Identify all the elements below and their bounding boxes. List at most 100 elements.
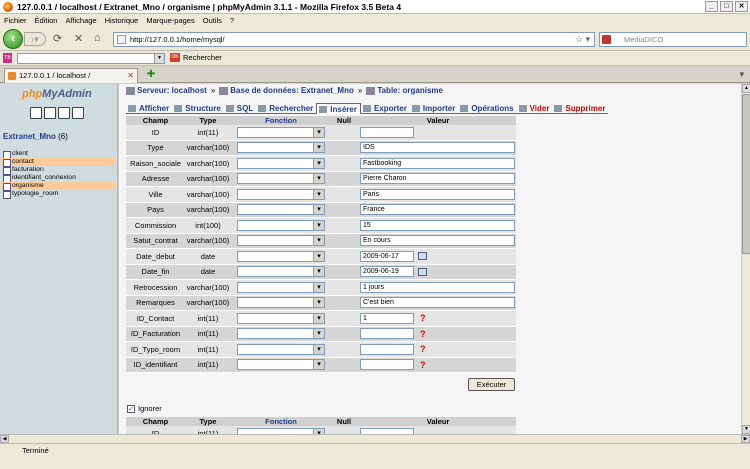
forward-button[interactable]: ›▾ <box>24 32 46 46</box>
tab-inserer[interactable]: Insérer <box>316 103 361 114</box>
tab-structure[interactable]: Structure <box>172 103 224 114</box>
calendar-icon[interactable] <box>418 252 427 261</box>
reload-icon[interactable]: ⟳ <box>53 32 62 45</box>
sidebar-table-identifiant-connexion[interactable]: identifiant_connexion <box>1 174 116 183</box>
function-select[interactable] <box>237 157 325 169</box>
ignore-checkbox[interactable]: ✓ Ignorer <box>127 404 162 413</box>
tab-afficher[interactable]: Afficher <box>126 103 173 114</box>
tab-importer[interactable]: Importer <box>409 103 459 114</box>
function-select[interactable] <box>237 188 325 200</box>
value-input[interactable]: Fastbooking <box>360 157 515 169</box>
menu-historique[interactable]: Historique <box>105 16 139 25</box>
value-input[interactable]: En cours <box>360 235 515 247</box>
menu-edition[interactable]: Édition <box>35 16 58 25</box>
sidebar-table-organisme[interactable]: organisme <box>1 182 116 191</box>
browser-tab[interactable]: 127.0.0.1 / localhost / Extranet_Mno... … <box>4 68 138 93</box>
value-input[interactable]: 15 <box>360 219 515 231</box>
scroll-up-icon[interactable]: ▲ <box>742 84 750 93</box>
query-window-icon[interactable] <box>72 107 84 119</box>
function-select[interactable] <box>237 328 325 340</box>
search-engine-icon[interactable] <box>602 35 611 44</box>
sidebar-table-client[interactable]: client <box>1 150 116 159</box>
function-select[interactable] <box>237 359 325 371</box>
value-input[interactable]: IDS <box>360 142 515 154</box>
value-input[interactable]: 1 jours <box>360 281 515 293</box>
function-select[interactable] <box>237 142 325 154</box>
tab-exporter[interactable]: Exporter <box>360 103 410 114</box>
new-tab-button[interactable]: ✚ <box>142 69 160 81</box>
tab-supprimer[interactable]: Supprimer <box>552 103 609 114</box>
checkbox-checked-icon[interactable]: ✓ <box>127 404 135 413</box>
stop-icon[interactable]: ✕ <box>74 32 83 45</box>
function-select[interactable] <box>237 126 325 138</box>
function-select[interactable] <box>237 266 325 278</box>
function-select[interactable] <box>237 343 325 355</box>
function-select[interactable] <box>237 204 325 216</box>
value-input[interactable]: 1 <box>360 312 414 324</box>
help-icon[interactable]: ? <box>420 313 426 323</box>
breadcrumb-database[interactable]: Base de données: Extranet_Mno <box>219 86 354 95</box>
value-input[interactable]: France <box>360 204 515 216</box>
tab-close-icon[interactable]: ✕ <box>127 69 134 82</box>
tab-sql[interactable]: SQL <box>223 103 257 114</box>
function-select[interactable] <box>237 219 325 231</box>
help-icon[interactable]: ? <box>420 329 426 339</box>
help-icon[interactable]: ? <box>420 344 426 354</box>
back-button[interactable]: ‹ <box>3 29 23 49</box>
sidebar-table-facturation[interactable]: facturation <box>1 166 116 175</box>
tab-operations[interactable]: Opérations <box>458 103 517 114</box>
search-bar[interactable]: MediaDICO <box>599 32 747 47</box>
function-select[interactable] <box>237 235 325 247</box>
vertical-scrollbar[interactable]: ▲ ▼ <box>741 84 750 434</box>
value-input[interactable] <box>360 343 414 355</box>
tab-list-icon[interactable]: ▾ <box>739 69 744 80</box>
docs-icon[interactable] <box>58 107 70 119</box>
bookmark-star-icon[interactable]: ☆ ▾ <box>575 33 590 46</box>
value-input[interactable]: 2009-06-19 <box>360 266 414 278</box>
scroll-right-icon[interactable]: ▶ <box>741 435 750 443</box>
toolbar-search-combo[interactable]: ▼ <box>17 53 165 64</box>
function-select[interactable] <box>237 297 325 309</box>
tab-vider[interactable]: Vider <box>516 103 553 114</box>
menu-marque-pages[interactable]: Marque-pages <box>146 16 194 25</box>
menu-fichier[interactable]: Fichier <box>4 16 27 25</box>
rechercher-button[interactable]: OK Rechercher <box>170 53 222 62</box>
menu-outils[interactable]: Outils <box>203 16 222 25</box>
close-button[interactable]: ✕ <box>735 1 748 12</box>
value-input[interactable]: Paris <box>360 188 515 200</box>
scroll-left-icon[interactable]: ◀ <box>0 435 9 443</box>
phpmyadmin-logo[interactable]: phpMyAdmin <box>22 88 92 100</box>
calendar-icon[interactable] <box>418 267 427 276</box>
menu-affichage[interactable]: Affichage <box>65 16 96 25</box>
function-select[interactable] <box>237 173 325 185</box>
database-name[interactable]: Extranet_Mno (6) <box>3 132 68 141</box>
value-input[interactable]: Pierre Charon <box>360 173 515 185</box>
home-icon[interactable]: ⌂ <box>94 32 101 44</box>
function-select[interactable] <box>237 312 325 324</box>
value-input[interactable]: 2009-06-17 <box>360 250 414 262</box>
sidebar-table-typologie-room[interactable]: typologie_room <box>1 190 116 199</box>
url-bar[interactable]: http://127.0.0.1/home/mysql/ ☆ ▾ <box>113 32 595 47</box>
value-input[interactable]: C'est bien <box>360 297 515 309</box>
minimize-button[interactable]: _ <box>705 1 718 12</box>
value-input[interactable] <box>360 359 414 371</box>
chevron-down-icon[interactable]: ▼ <box>154 54 164 63</box>
breadcrumb-server[interactable]: Serveur: localhost <box>126 86 207 95</box>
execute-button[interactable]: Exécuter <box>468 378 515 391</box>
value-input[interactable] <box>360 126 414 138</box>
tab-rechercher[interactable]: Rechercher <box>256 103 317 114</box>
breadcrumb-table[interactable]: Table: organisme <box>366 86 443 95</box>
maximize-button[interactable]: □ <box>720 1 733 12</box>
value-input[interactable] <box>360 328 414 340</box>
help-icon[interactable]: ? <box>420 360 426 370</box>
scroll-down-icon[interactable]: ▼ <box>742 425 750 434</box>
function-select[interactable] <box>237 281 325 293</box>
scroll-thumb[interactable] <box>742 94 750 254</box>
sidebar-table-contact[interactable]: contact <box>1 158 116 167</box>
menu-help[interactable]: ? <box>230 16 234 25</box>
bookmarks-toolbar: TB ▼ OK Rechercher <box>0 51 750 66</box>
home-icon[interactable] <box>30 107 42 119</box>
function-select[interactable] <box>237 250 325 262</box>
horizontal-scrollbar[interactable]: ◀ ▶ <box>0 434 750 443</box>
sql-icon[interactable] <box>44 107 56 119</box>
